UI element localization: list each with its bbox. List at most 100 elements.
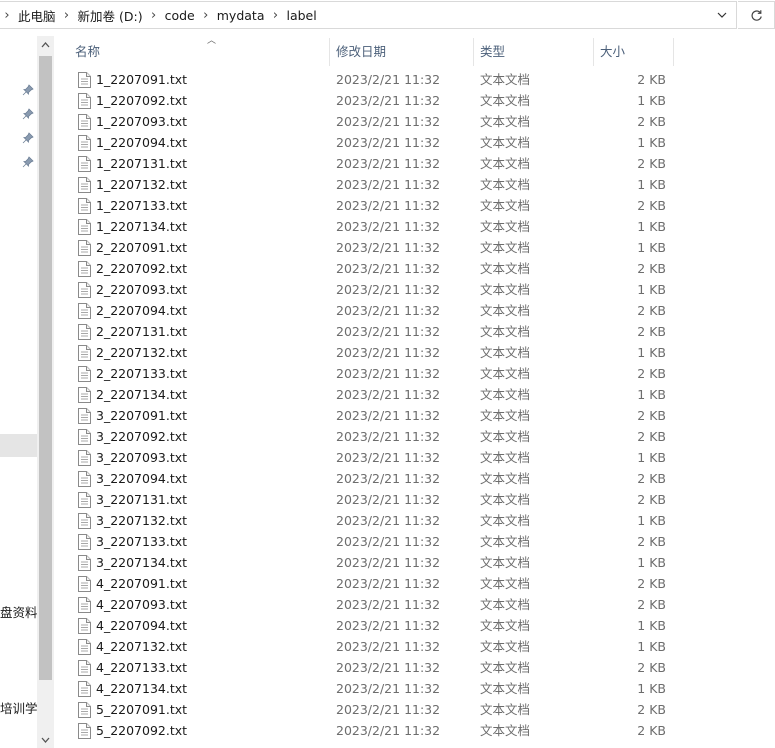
scroll-down-button[interactable] xyxy=(37,731,54,748)
file-type: 文本文档 xyxy=(480,219,531,234)
file-name: 4_2207134.txt xyxy=(96,681,188,696)
text-file-icon xyxy=(78,597,91,613)
chevron-right-icon[interactable]: › xyxy=(268,2,282,28)
file-name: 1_2207094.txt xyxy=(96,135,188,150)
file-modified-date: 2023/2/21 11:32 xyxy=(336,156,441,171)
scroll-thumb[interactable] xyxy=(39,56,52,680)
table-row[interactable]: 1_2207092.txt 2023/2/21 11:32 文本文档 1 KB xyxy=(68,90,728,111)
file-modified-date: 2023/2/21 11:32 xyxy=(336,492,441,507)
pin-icon[interactable] xyxy=(22,108,34,120)
column-name[interactable]: 名称 xyxy=(68,38,328,66)
table-row[interactable]: 1_2207094.txt 2023/2/21 11:32 文本文档 1 KB xyxy=(68,132,728,153)
column-size[interactable]: 大小 xyxy=(593,38,673,66)
pin-icon[interactable] xyxy=(22,132,34,144)
table-row[interactable]: 2_2207092.txt 2023/2/21 11:32 文本文档 2 KB xyxy=(68,258,728,279)
chevron-down-icon xyxy=(41,737,50,743)
table-row[interactable]: 3_2207131.txt 2023/2/21 11:32 文本文档 2 KB xyxy=(68,489,728,510)
table-row[interactable]: 3_2207091.txt 2023/2/21 11:32 文本文档 2 KB xyxy=(68,405,728,426)
pin-icon[interactable] xyxy=(22,156,34,168)
file-modified-date: 2023/2/21 11:32 xyxy=(336,177,441,192)
table-row[interactable]: 3_2207093.txt 2023/2/21 11:32 文本文档 1 KB xyxy=(68,447,728,468)
pin-icon[interactable] xyxy=(22,84,34,96)
file-name: 1_2207092.txt xyxy=(96,93,188,108)
chevron-right-icon[interactable]: › xyxy=(60,2,74,28)
file-size: 2 KB xyxy=(637,660,666,675)
file-size: 2 KB xyxy=(637,576,666,591)
table-row[interactable]: 2_2207094.txt 2023/2/21 11:32 文本文档 2 KB xyxy=(68,300,728,321)
text-file-icon xyxy=(78,618,91,634)
table-row[interactable]: 2_2207093.txt 2023/2/21 11:32 文本文档 1 KB xyxy=(68,279,728,300)
column-date[interactable]: 修改日期 xyxy=(329,38,473,66)
table-row[interactable]: 3_2207133.txt 2023/2/21 11:32 文本文档 2 KB xyxy=(68,531,728,552)
scroll-up-button[interactable] xyxy=(37,36,54,53)
file-size: 2 KB xyxy=(637,702,666,717)
breadcrumb-drive-d[interactable]: 新加卷 (D:) xyxy=(74,6,147,25)
file-modified-date: 2023/2/21 11:32 xyxy=(336,240,441,255)
table-row[interactable]: 1_2207131.txt 2023/2/21 11:32 文本文档 2 KB xyxy=(68,153,728,174)
table-row[interactable]: 1_2207133.txt 2023/2/21 11:32 文本文档 2 KB xyxy=(68,195,728,216)
table-row[interactable]: 3_2207132.txt 2023/2/21 11:32 文本文档 1 KB xyxy=(68,510,728,531)
table-row[interactable]: 5_2207092.txt 2023/2/21 11:32 文本文档 2 KB xyxy=(68,720,728,741)
nav-item-partial-2[interactable]: 培训学B xyxy=(0,698,38,717)
refresh-button[interactable] xyxy=(738,1,775,29)
table-row[interactable]: 4_2207134.txt 2023/2/21 11:32 文本文档 1 KB xyxy=(68,678,728,699)
address-dropdown-button[interactable] xyxy=(711,2,733,28)
file-list[interactable]: ︿ 名称 修改日期 类型 大小 1_2207091.txt 2023/2/21 1… xyxy=(55,36,775,748)
table-row[interactable]: 1_2207132.txt 2023/2/21 11:32 文本文档 1 KB xyxy=(68,174,728,195)
table-row[interactable]: 2_2207134.txt 2023/2/21 11:32 文本文档 1 KB xyxy=(68,384,728,405)
table-row[interactable]: 5_2207091.txt 2023/2/21 11:32 文本文档 2 KB xyxy=(68,699,728,720)
chevron-right-icon[interactable]: › xyxy=(199,2,213,28)
breadcrumb-mydata[interactable]: mydata xyxy=(213,8,269,23)
breadcrumb-this-pc[interactable]: 此电脑 xyxy=(14,6,60,25)
file-type: 文本文档 xyxy=(480,198,531,213)
file-type: 文本文档 xyxy=(480,492,531,507)
nav-item-partial-1[interactable]: 盘资料2 xyxy=(0,602,38,621)
table-row[interactable]: 4_2207094.txt 2023/2/21 11:32 文本文档 1 KB xyxy=(68,615,728,636)
chevron-right-icon[interactable]: › xyxy=(147,2,161,28)
nav-selected-item[interactable] xyxy=(0,434,37,457)
table-row[interactable]: 1_2207134.txt 2023/2/21 11:32 文本文档 1 KB xyxy=(68,216,728,237)
text-file-icon xyxy=(78,660,91,676)
table-row[interactable]: 2_2207132.txt 2023/2/21 11:32 文本文档 1 KB xyxy=(68,342,728,363)
table-row[interactable]: 4_2207132.txt 2023/2/21 11:32 文本文档 1 KB xyxy=(68,636,728,657)
table-row[interactable]: 4_2207133.txt 2023/2/21 11:32 文本文档 2 KB xyxy=(68,657,728,678)
file-modified-date: 2023/2/21 11:32 xyxy=(336,639,441,654)
table-row[interactable]: 3_2207094.txt 2023/2/21 11:32 文本文档 2 KB xyxy=(68,468,728,489)
file-type: 文本文档 xyxy=(480,282,531,297)
text-file-icon xyxy=(78,135,91,151)
file-size: 2 KB xyxy=(637,303,666,318)
file-name: 4_2207132.txt xyxy=(96,639,188,654)
address-bar[interactable]: › 此电脑 › 新加卷 (D:) › code › mydata › label xyxy=(0,1,737,29)
chevron-up-icon xyxy=(41,41,50,47)
chevron-right-icon[interactable]: › xyxy=(0,2,14,28)
text-file-icon xyxy=(78,702,91,718)
file-modified-date: 2023/2/21 11:32 xyxy=(336,555,441,570)
text-file-icon xyxy=(78,177,91,193)
table-row[interactable]: 4_2207091.txt 2023/2/21 11:32 文本文档 2 KB xyxy=(68,573,728,594)
file-name: 3_2207093.txt xyxy=(96,450,188,465)
table-row[interactable]: 1_2207091.txt 2023/2/21 11:32 文本文档 2 KB xyxy=(68,69,728,90)
file-name: 4_2207133.txt xyxy=(96,660,188,675)
file-modified-date: 2023/2/21 11:32 xyxy=(336,93,441,108)
table-row[interactable]: 1_2207093.txt 2023/2/21 11:32 文本文档 2 KB xyxy=(68,111,728,132)
nav-scrollbar[interactable] xyxy=(37,36,54,748)
file-size: 1 KB xyxy=(637,681,666,696)
breadcrumb-code[interactable]: code xyxy=(161,8,199,23)
column-divider[interactable] xyxy=(673,38,674,66)
table-row[interactable]: 3_2207092.txt 2023/2/21 11:32 文本文档 2 KB xyxy=(68,426,728,447)
file-size: 2 KB xyxy=(637,198,666,213)
text-file-icon xyxy=(78,471,91,487)
file-type: 文本文档 xyxy=(480,303,531,318)
file-name: 2_2207091.txt xyxy=(96,240,188,255)
file-modified-date: 2023/2/21 11:32 xyxy=(336,534,441,549)
table-row[interactable]: 4_2207093.txt 2023/2/21 11:32 文本文档 2 KB xyxy=(68,594,728,615)
column-type[interactable]: 类型 xyxy=(473,38,593,66)
table-row[interactable]: 2_2207091.txt 2023/2/21 11:32 文本文档 1 KB xyxy=(68,237,728,258)
file-size: 1 KB xyxy=(637,618,666,633)
table-row[interactable]: 2_2207133.txt 2023/2/21 11:32 文本文档 2 KB xyxy=(68,363,728,384)
table-row[interactable]: 2_2207131.txt 2023/2/21 11:32 文本文档 2 KB xyxy=(68,321,728,342)
file-size: 2 KB xyxy=(637,534,666,549)
table-row[interactable]: 3_2207134.txt 2023/2/21 11:32 文本文档 1 KB xyxy=(68,552,728,573)
file-modified-date: 2023/2/21 11:32 xyxy=(336,702,441,717)
breadcrumb-label[interactable]: label xyxy=(282,8,320,23)
